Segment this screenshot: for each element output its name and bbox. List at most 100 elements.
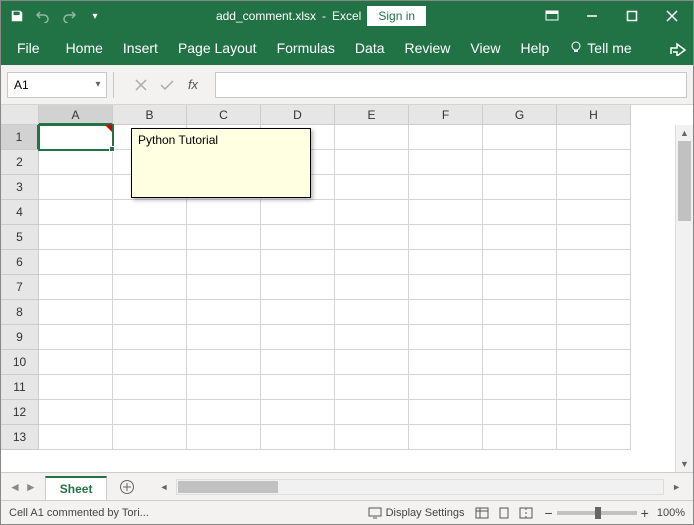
cell[interactable] <box>261 200 335 225</box>
row-head-2[interactable]: 2 <box>1 150 39 175</box>
ribbon-options-icon[interactable] <box>537 6 567 26</box>
cell[interactable] <box>187 275 261 300</box>
cell[interactable] <box>39 425 113 450</box>
cell[interactable] <box>409 225 483 250</box>
cell[interactable] <box>113 300 187 325</box>
row-head-7[interactable]: 7 <box>1 275 39 300</box>
scroll-left-icon[interactable]: ◄ <box>157 482 170 492</box>
save-icon[interactable] <box>7 6 27 26</box>
cell[interactable] <box>409 325 483 350</box>
cell[interactable] <box>409 350 483 375</box>
cell[interactable] <box>39 325 113 350</box>
view-page-layout-icon[interactable] <box>494 504 514 522</box>
cell[interactable] <box>113 200 187 225</box>
row-head-11[interactable]: 11 <box>1 375 39 400</box>
cell[interactable] <box>335 350 409 375</box>
cell[interactable] <box>335 225 409 250</box>
cell[interactable] <box>557 175 631 200</box>
col-head-f[interactable]: F <box>409 105 483 125</box>
tab-home[interactable]: Home <box>56 34 113 62</box>
horizontal-scrollbar[interactable] <box>176 479 664 495</box>
sheet-nav-buttons[interactable]: ◄ ► <box>1 480 45 494</box>
cell[interactable] <box>557 150 631 175</box>
cell[interactable] <box>113 250 187 275</box>
zoom-thumb[interactable] <box>595 507 601 519</box>
col-head-a[interactable]: A <box>39 105 113 125</box>
col-head-d[interactable]: D <box>261 105 335 125</box>
zoom-track[interactable] <box>557 511 637 515</box>
cell[interactable] <box>113 325 187 350</box>
share-button[interactable] <box>669 40 687 56</box>
cell[interactable] <box>39 275 113 300</box>
cell[interactable] <box>335 400 409 425</box>
name-box[interactable]: A1 ▾ <box>7 72 107 98</box>
cell[interactable] <box>483 325 557 350</box>
cell[interactable] <box>113 425 187 450</box>
cell[interactable] <box>39 375 113 400</box>
cell[interactable] <box>483 300 557 325</box>
cell[interactable] <box>261 325 335 350</box>
scroll-right-icon[interactable]: ► <box>670 482 683 492</box>
horizontal-scroll-thumb[interactable] <box>178 481 278 493</box>
cell[interactable] <box>113 375 187 400</box>
cell[interactable] <box>261 250 335 275</box>
row-head-1[interactable]: 1 <box>1 125 39 150</box>
cell[interactable] <box>557 250 631 275</box>
comment-box[interactable]: Python Tutorial <box>131 128 311 198</box>
cell[interactable] <box>335 250 409 275</box>
sign-in-button[interactable]: Sign in <box>367 6 426 26</box>
cell[interactable] <box>39 175 113 200</box>
col-head-g[interactable]: G <box>483 105 557 125</box>
cell[interactable] <box>39 225 113 250</box>
cell[interactable] <box>187 400 261 425</box>
cell[interactable] <box>261 375 335 400</box>
cell[interactable] <box>113 275 187 300</box>
cell[interactable] <box>187 200 261 225</box>
zoom-in-icon[interactable]: + <box>641 505 649 521</box>
row-head-4[interactable]: 4 <box>1 200 39 225</box>
row-head-5[interactable]: 5 <box>1 225 39 250</box>
zoom-slider[interactable]: − + <box>544 505 648 521</box>
cell[interactable] <box>187 300 261 325</box>
cell[interactable] <box>483 175 557 200</box>
minimize-button[interactable] <box>577 6 607 26</box>
cancel-formula-icon[interactable] <box>131 75 151 95</box>
cell[interactable] <box>483 350 557 375</box>
cell[interactable] <box>483 425 557 450</box>
cell[interactable] <box>557 350 631 375</box>
cell[interactable] <box>409 250 483 275</box>
sheet-tab-active[interactable]: Sheet <box>45 476 108 500</box>
cell[interactable] <box>409 375 483 400</box>
view-page-break-icon[interactable] <box>516 504 536 522</box>
undo-icon[interactable] <box>33 6 53 26</box>
scroll-up-icon[interactable]: ▲ <box>676 125 693 141</box>
view-normal-icon[interactable] <box>472 504 492 522</box>
tab-review[interactable]: Review <box>395 34 461 62</box>
col-head-h[interactable]: H <box>557 105 631 125</box>
maximize-button[interactable] <box>617 6 647 26</box>
row-head-6[interactable]: 6 <box>1 250 39 275</box>
zoom-out-icon[interactable]: − <box>544 505 552 521</box>
cell[interactable] <box>483 225 557 250</box>
cell[interactable] <box>409 275 483 300</box>
tab-file[interactable]: File <box>7 34 50 62</box>
cell[interactable] <box>335 150 409 175</box>
cell[interactable] <box>113 350 187 375</box>
cell[interactable] <box>409 175 483 200</box>
tab-view[interactable]: View <box>460 34 510 62</box>
row-head-12[interactable]: 12 <box>1 400 39 425</box>
cell[interactable] <box>335 125 409 150</box>
cell[interactable] <box>483 375 557 400</box>
tab-page-layout[interactable]: Page Layout <box>168 34 267 62</box>
cell-a1[interactable] <box>39 125 113 150</box>
cell[interactable] <box>335 300 409 325</box>
cell[interactable] <box>335 425 409 450</box>
cell[interactable] <box>557 225 631 250</box>
cell[interactable] <box>113 225 187 250</box>
tab-help[interactable]: Help <box>511 34 560 62</box>
row-head-9[interactable]: 9 <box>1 325 39 350</box>
cell[interactable] <box>557 375 631 400</box>
vertical-scroll-thumb[interactable] <box>678 141 691 221</box>
cell[interactable] <box>409 425 483 450</box>
add-sheet-button[interactable] <box>107 479 147 495</box>
